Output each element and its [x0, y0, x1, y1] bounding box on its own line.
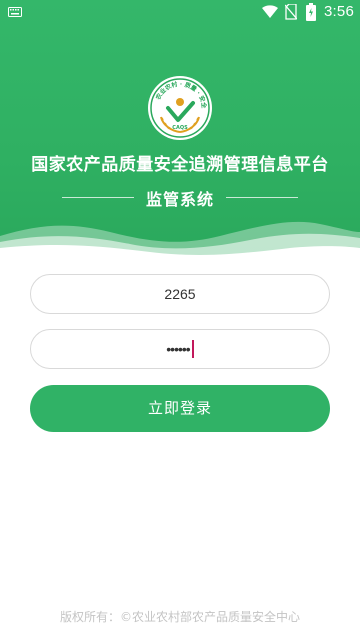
password-input[interactable]: ••••••: [30, 329, 330, 369]
logo-emblem-label: CAQS: [172, 125, 188, 131]
login-button[interactable]: 立即登录: [30, 385, 330, 432]
page-subtitle: 监管系统: [145, 190, 214, 209]
keyboard-icon: [8, 7, 22, 17]
status-bar: 3:56: [0, 0, 360, 24]
text-cursor: [191, 340, 194, 359]
wifi-icon: [262, 5, 278, 18]
username-value: 2265: [164, 286, 196, 302]
battery-icon: [306, 3, 316, 21]
no-sim-icon: [285, 4, 297, 20]
wave-decoration: [0, 221, 360, 262]
password-value: ••••••: [166, 341, 190, 357]
clock: 3:56: [324, 3, 354, 20]
copyright-text: 版权所有：©农业农村部农产品质量安全中心: [59, 610, 300, 624]
subtitle-row: 监管系统: [0, 186, 360, 209]
divider-right: [226, 197, 298, 198]
username-input[interactable]: 2265: [30, 274, 330, 314]
page-title: 国家农产品质量安全追溯管理信息平台: [31, 155, 329, 175]
cafqs-logo-icon: 农业农村 · 质量 · 安全 CAQS: [148, 76, 212, 140]
